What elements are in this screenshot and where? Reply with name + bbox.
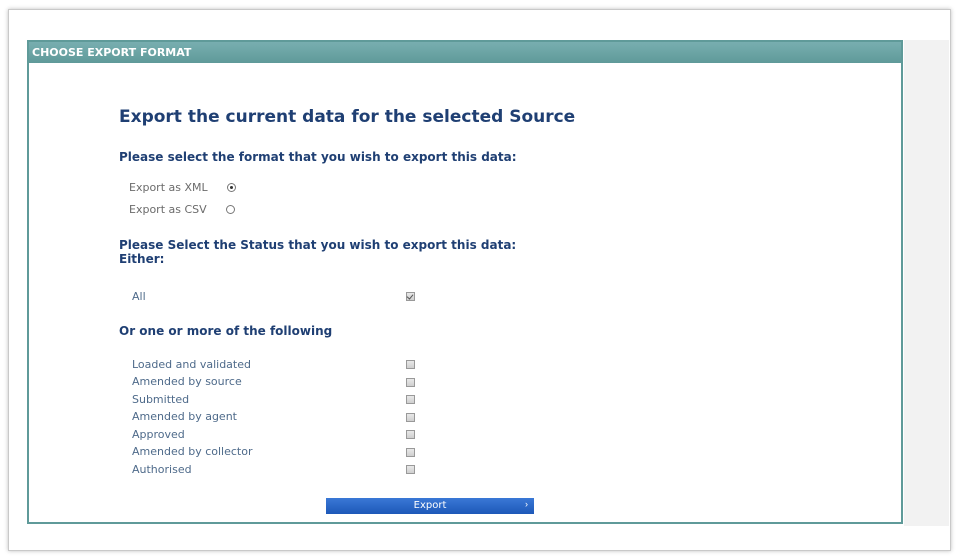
status-amended-by-collector-checkbox[interactable]	[406, 448, 415, 457]
status-amended-by-source-checkbox[interactable]	[406, 378, 415, 387]
status-amended-by-agent-checkbox[interactable]	[406, 413, 415, 422]
status-authorised-checkbox[interactable]	[406, 465, 415, 474]
status-all-checkbox[interactable]	[406, 292, 415, 301]
panel-title: CHOOSE EXPORT FORMAT	[32, 46, 192, 59]
or-prompt: Or one or more of the following	[119, 324, 333, 338]
status-all-label: All	[132, 290, 146, 303]
status-prompt: Please Select the Status that you wish t…	[119, 238, 516, 266]
status-approved-checkbox[interactable]	[406, 430, 415, 439]
export-format-panel: CHOOSE EXPORT FORMAT Export the current …	[27, 40, 903, 524]
page-heading: Export the current data for the selected…	[119, 107, 576, 127]
format-csv-radio[interactable]	[226, 205, 235, 214]
status-loaded-validated-checkbox[interactable]	[406, 360, 415, 369]
status-approved-label: Approved	[132, 428, 185, 441]
format-xml-label: Export as XML	[129, 181, 208, 194]
format-xml-radio[interactable]	[227, 183, 236, 192]
status-prompt-line2: Either:	[119, 252, 165, 266]
status-authorised-label: Authorised	[132, 463, 192, 476]
status-submitted-label: Submitted	[132, 393, 190, 406]
status-loaded-validated-label: Loaded and validated	[132, 358, 251, 371]
status-amended-by-collector-label: Amended by collector	[132, 445, 253, 458]
format-csv-label: Export as CSV	[129, 203, 207, 216]
panel-header: CHOOSE EXPORT FORMAT	[29, 42, 901, 63]
status-amended-by-source-label: Amended by source	[132, 375, 242, 388]
status-prompt-line1: Please Select the Status that you wish t…	[119, 238, 517, 252]
format-prompt: Please select the format that you wish t…	[119, 150, 517, 164]
arrow-right-icon: ›	[525, 499, 528, 509]
status-amended-by-agent-label: Amended by agent	[132, 410, 237, 423]
right-background-strip	[904, 40, 949, 526]
export-button[interactable]: Export ›	[326, 498, 534, 514]
status-submitted-checkbox[interactable]	[406, 395, 415, 404]
export-button-label: Export	[413, 500, 447, 511]
page: CHOOSE EXPORT FORMAT Export the current …	[0, 0, 959, 558]
